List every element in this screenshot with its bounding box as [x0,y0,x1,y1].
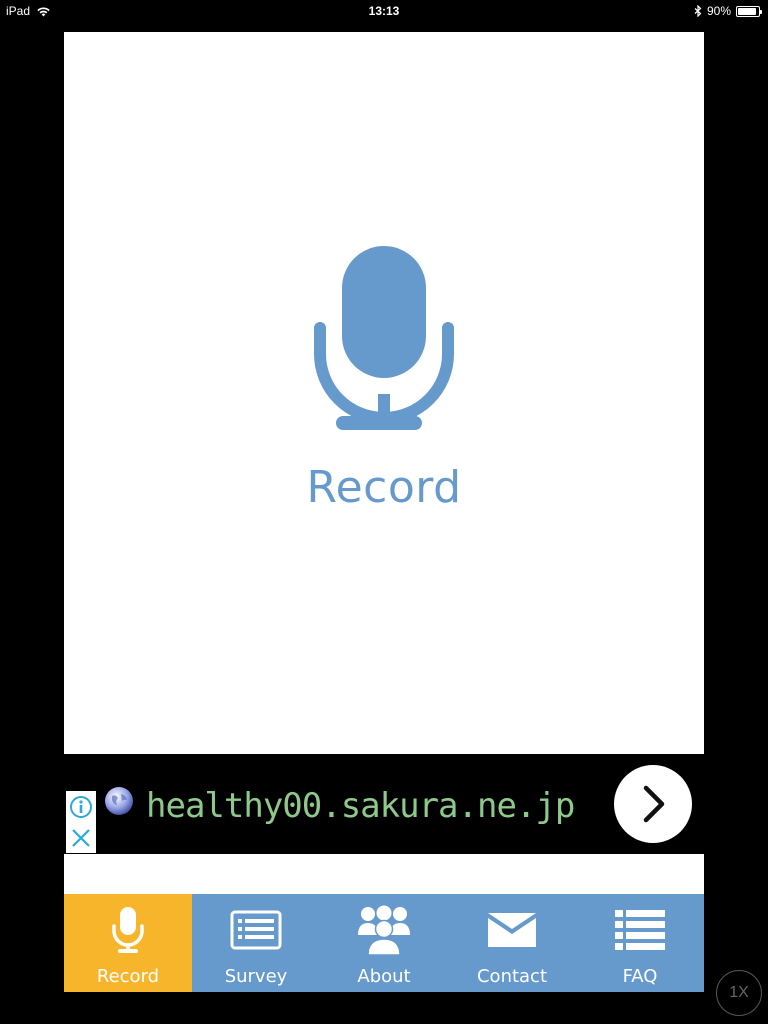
app-window: Record healthy00.sakura.ne.jp Record Sur… [64,32,704,992]
ad-banner[interactable]: healthy00.sakura.ne.jp [64,754,704,854]
tab-label: Contact [476,966,548,987]
tab-label: Record [96,966,160,987]
battery-fill [738,7,756,15]
close-icon[interactable] [70,827,92,849]
group-icon [358,905,410,955]
battery-icon [736,5,762,17]
tab-label: About [357,966,411,987]
globe-icon [105,787,133,815]
battery-percent: 90% [706,4,731,18]
record-area: Record [64,32,704,752]
tab-about[interactable]: About [320,894,448,992]
info-icon[interactable] [69,795,93,819]
zoom-button[interactable]: 1X [716,970,762,1016]
survey-form-icon [230,910,282,950]
microphone-icon [112,907,144,953]
tab-bar: Record Survey About Contact FAQ [64,894,704,992]
tab-faq[interactable]: FAQ [576,894,704,992]
status-bar: iPad 13:13 90% [0,0,768,22]
bluetooth-icon [694,5,702,17]
microphone-icon[interactable] [314,236,454,432]
tab-label: Survey [224,966,288,987]
envelope-icon [488,913,536,947]
record-label[interactable]: Record [306,462,461,513]
chevron-right-icon [643,785,665,823]
status-right: 90% [694,4,762,18]
ad-url-text[interactable]: healthy00.sakura.ne.jp [146,786,575,826]
tab-record[interactable]: Record [64,894,192,992]
tab-contact[interactable]: Contact [448,894,576,992]
ad-next-button[interactable] [614,765,692,843]
list-icon [615,910,665,950]
tab-label: FAQ [622,966,658,987]
tab-survey[interactable]: Survey [192,894,320,992]
status-time: 13:13 [368,4,400,18]
ad-choices[interactable] [66,791,96,853]
